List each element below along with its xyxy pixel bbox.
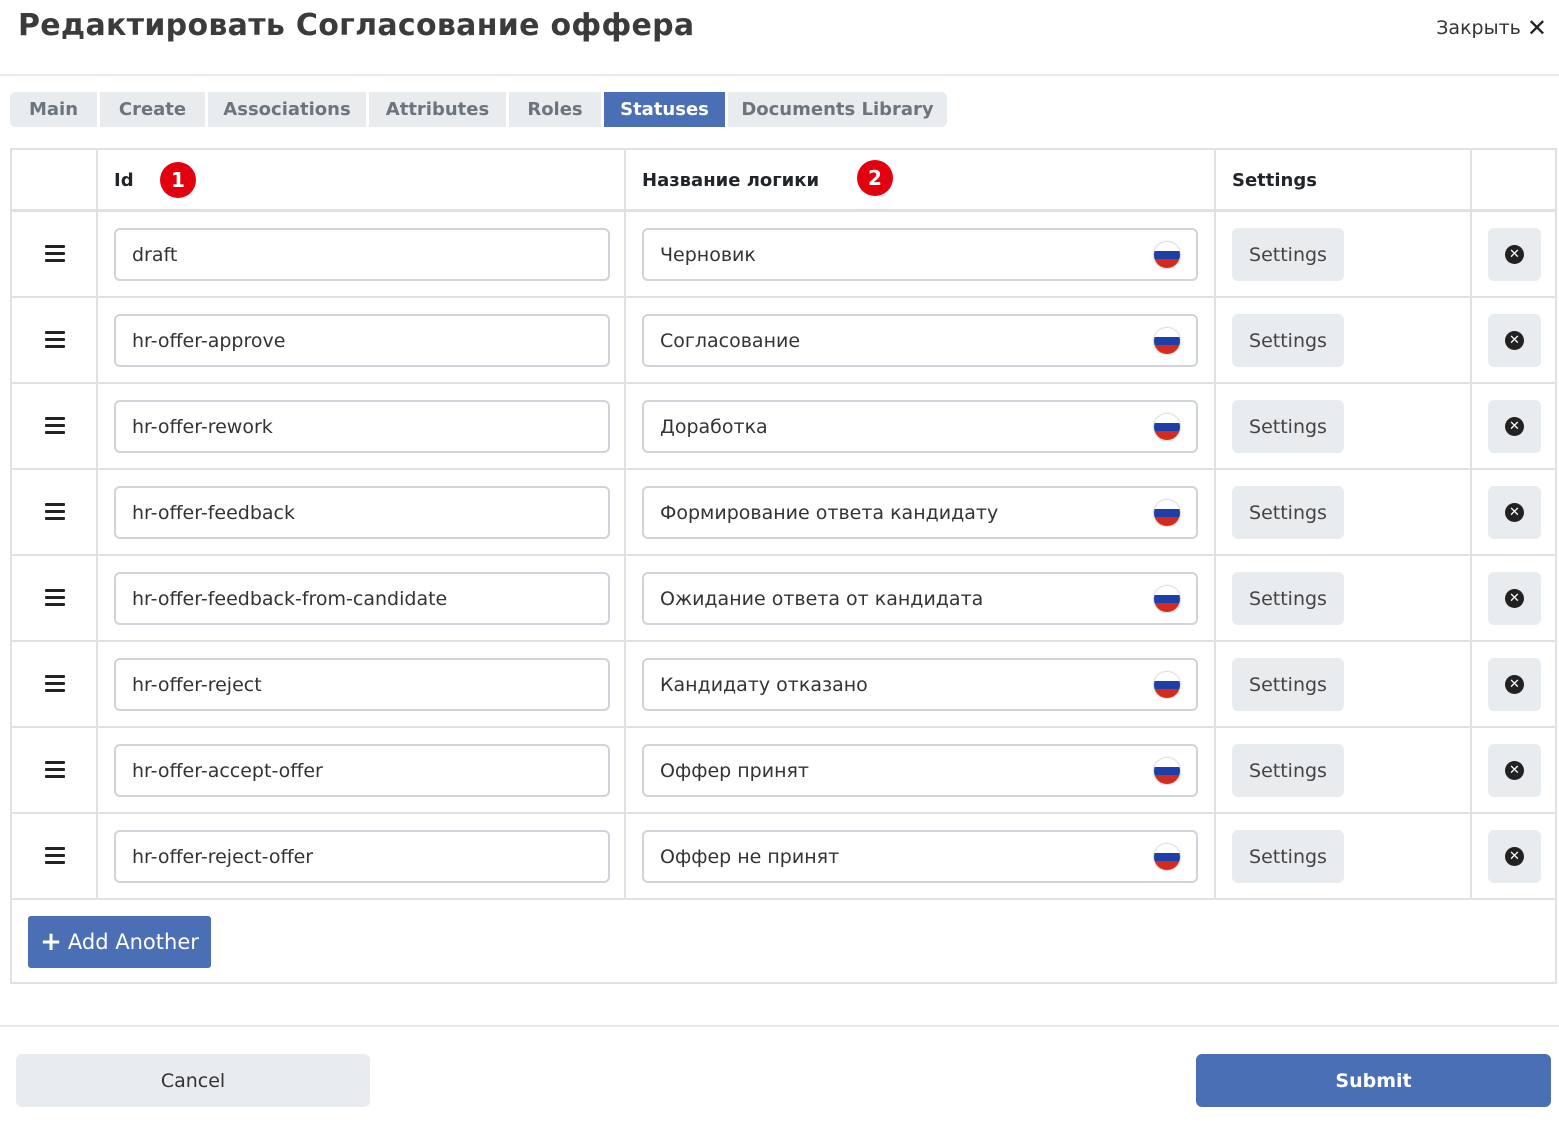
column-header-name: Название логики [642, 170, 820, 191]
remove-row-button[interactable]: ✕ [1488, 400, 1541, 453]
remove-circle-icon: ✕ [1505, 331, 1524, 350]
status-id-input[interactable]: hr-offer-approve [114, 314, 610, 367]
remove-row-button[interactable]: ✕ [1488, 486, 1541, 539]
remove-row-button[interactable]: ✕ [1488, 314, 1541, 367]
remove-row-button[interactable]: ✕ [1488, 658, 1541, 711]
remove-row-button[interactable]: ✕ [1488, 830, 1541, 883]
status-id-input[interactable]: hr-offer-feedback-from-candidate [114, 572, 610, 625]
russian-flag-icon[interactable] [1154, 242, 1180, 268]
status-id-input[interactable]: hr-offer-reject-offer [114, 830, 610, 883]
annotation-badge-1: 1 [160, 162, 196, 198]
settings-button[interactable]: Settings [1232, 400, 1344, 453]
table-row: hr-offer-approve Согласование Settings ✕ [12, 298, 1555, 384]
status-name-value: Доработка [660, 415, 768, 438]
status-name-input[interactable]: Согласование [642, 314, 1198, 367]
tab-associations[interactable]: Associations [208, 92, 369, 127]
tab-main[interactable]: Main [10, 92, 100, 127]
status-name-input[interactable]: Формирование ответа кандидату [642, 486, 1198, 539]
column-header-settings: Settings [1232, 170, 1317, 191]
remove-circle-icon: ✕ [1505, 417, 1524, 436]
table-row: draft Черновик Settings ✕ [12, 212, 1555, 298]
submit-button[interactable]: Submit [1196, 1054, 1551, 1107]
add-another-button[interactable]: + Add Another [28, 916, 211, 968]
russian-flag-icon[interactable] [1154, 844, 1180, 870]
drag-handle-icon[interactable] [45, 503, 65, 521]
table-row: hr-offer-accept-offer Оффер принят Setting… [12, 728, 1555, 814]
russian-flag-icon[interactable] [1154, 328, 1180, 354]
table-row: hr-offer-reject Кандидату отказано Setting… [12, 642, 1555, 728]
status-name-input[interactable]: Оффер принят [642, 744, 1198, 797]
drag-handle-icon[interactable] [45, 331, 65, 349]
remove-circle-icon: ✕ [1505, 503, 1524, 522]
drag-handle-icon[interactable] [45, 847, 65, 865]
russian-flag-icon[interactable] [1154, 414, 1180, 440]
status-name-value: Ожидание ответа от кандидата [660, 587, 984, 610]
status-name-value: Черновик [660, 243, 756, 266]
drag-handle-icon[interactable] [45, 675, 65, 693]
status-name-value: Кандидату отказано [660, 673, 868, 696]
table-row: hr-offer-rework Доработка Settings ✕ [12, 384, 1555, 470]
footer-divider [0, 1025, 1559, 1027]
tab-statuses[interactable]: Statuses [604, 92, 728, 127]
column-header-id: Id [114, 170, 134, 191]
annotation-badge-2: 2 [857, 160, 893, 196]
settings-button[interactable]: Settings [1232, 486, 1344, 539]
settings-button[interactable]: Settings [1232, 314, 1344, 367]
russian-flag-icon[interactable] [1154, 758, 1180, 784]
status-name-value: Формирование ответа кандидату [660, 501, 999, 524]
close-icon: ✕ [1526, 14, 1547, 42]
tab-documents-library[interactable]: Documents Library [728, 92, 947, 127]
status-id-input[interactable]: hr-offer-feedback [114, 486, 610, 539]
remove-row-button[interactable]: ✕ [1488, 744, 1541, 797]
status-id-input[interactable]: hr-offer-rework [114, 400, 610, 453]
close-button[interactable]: Закрыть ✕ [1436, 16, 1547, 40]
tab-bar: Main Create Associations Attributes Role… [10, 92, 947, 127]
remove-circle-icon: ✕ [1505, 675, 1524, 694]
settings-button[interactable]: Settings [1232, 744, 1344, 797]
plus-icon: + [40, 927, 62, 957]
tab-attributes[interactable]: Attributes [369, 92, 509, 127]
status-name-input[interactable]: Черновик [642, 228, 1198, 281]
remove-row-button[interactable]: ✕ [1488, 572, 1541, 625]
russian-flag-icon[interactable] [1154, 500, 1180, 526]
settings-button[interactable]: Settings [1232, 658, 1344, 711]
status-id-input[interactable]: draft [114, 228, 610, 281]
status-name-input[interactable]: Оффер не принят [642, 830, 1198, 883]
russian-flag-icon[interactable] [1154, 672, 1180, 698]
statuses-grid: Id 1 Название логики 2 Settings draft Чер… [10, 148, 1557, 984]
status-name-value: Оффер принят [660, 759, 809, 782]
drag-handle-icon[interactable] [45, 417, 65, 435]
settings-button[interactable]: Settings [1232, 572, 1344, 625]
drag-handle-icon[interactable] [45, 761, 65, 779]
russian-flag-icon[interactable] [1154, 586, 1180, 612]
table-row: hr-offer-feedback Формирование ответа кан… [12, 470, 1555, 556]
remove-circle-icon: ✕ [1505, 589, 1524, 608]
table-header-row: Id 1 Название логики 2 Settings [12, 150, 1555, 212]
drag-handle-icon[interactable] [45, 245, 65, 263]
add-another-label: Add Another [67, 930, 199, 954]
remove-circle-icon: ✕ [1505, 245, 1524, 264]
modal-title: Редактировать Согласование оффера [18, 8, 695, 43]
tab-create[interactable]: Create [100, 92, 208, 127]
modal-header: Редактировать Согласование оффера Закрыт… [0, 0, 1559, 76]
remove-circle-icon: ✕ [1505, 761, 1524, 780]
settings-button[interactable]: Settings [1232, 228, 1344, 281]
status-name-input[interactable]: Ожидание ответа от кандидата [642, 572, 1198, 625]
status-name-value: Согласование [660, 329, 801, 352]
status-name-input[interactable]: Кандидату отказано [642, 658, 1198, 711]
close-label: Закрыть [1436, 17, 1521, 39]
status-name-input[interactable]: Доработка [642, 400, 1198, 453]
cancel-button[interactable]: Cancel [16, 1054, 370, 1107]
tab-roles[interactable]: Roles [509, 92, 604, 127]
table-row: hr-offer-feedback-from-candidate Ожидание… [12, 556, 1555, 642]
status-id-input[interactable]: hr-offer-reject [114, 658, 610, 711]
status-id-input[interactable]: hr-offer-accept-offer [114, 744, 610, 797]
settings-button[interactable]: Settings [1232, 830, 1344, 883]
table-row: hr-offer-reject-offer Оффер не принят Sett… [12, 814, 1555, 900]
remove-circle-icon: ✕ [1505, 847, 1524, 866]
remove-row-button[interactable]: ✕ [1488, 228, 1541, 281]
status-name-value: Оффер не принят [660, 845, 840, 868]
drag-handle-icon[interactable] [45, 589, 65, 607]
